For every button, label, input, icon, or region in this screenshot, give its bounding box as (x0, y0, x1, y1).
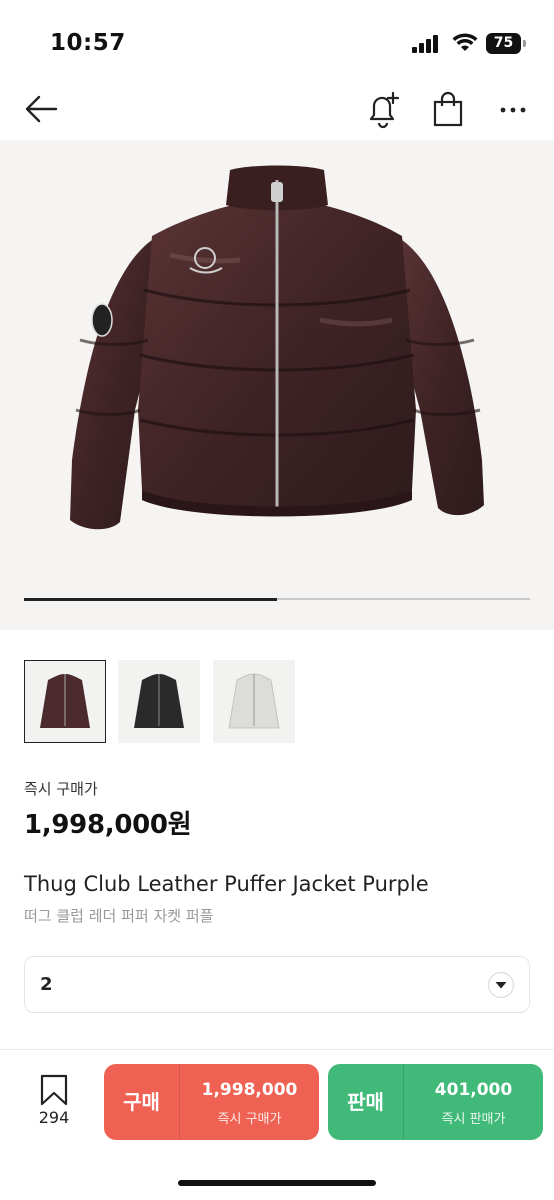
product-image-gallery[interactable] (0, 140, 554, 630)
status-bar: 10:57 75 (0, 0, 554, 86)
sell-sublabel: 즉시 판매가 (441, 1112, 506, 1127)
buy-sublabel: 즉시 구매가 (217, 1112, 282, 1127)
nav-bar (0, 86, 554, 140)
sell-button[interactable]: 판매 401,000 즉시 판매가 (328, 1064, 543, 1140)
bell-plus-icon[interactable] (364, 89, 402, 129)
signal-icon (412, 35, 442, 53)
buy-label: 구매 (123, 1090, 160, 1114)
size-select[interactable]: 2 (24, 956, 530, 1013)
gallery-progress-fill (24, 597, 277, 601)
product-title-korean: 떠그 클럽 레더 퍼퍼 자켓 퍼플 (24, 907, 214, 925)
shopping-bag-icon[interactable] (430, 89, 466, 129)
home-indicator[interactable] (178, 1180, 376, 1186)
sell-price: 401,000 (434, 1080, 513, 1100)
back-arrow-icon[interactable] (22, 90, 60, 128)
more-icon[interactable] (494, 90, 532, 128)
thumbnail-purple[interactable] (24, 660, 106, 743)
chevron-down-icon (487, 971, 515, 999)
battery-level: 75 (486, 33, 521, 54)
price-label: 즉시 구매가 (24, 780, 98, 798)
bookmark-icon (40, 1074, 68, 1106)
size-value: 2 (40, 974, 53, 995)
sell-label: 판매 (347, 1090, 384, 1114)
price-value: 1,998,000원 (24, 810, 192, 840)
bookmark-button[interactable]: 294 (30, 1074, 78, 1134)
thumbnail-black[interactable] (118, 660, 200, 743)
status-time: 10:57 (50, 30, 126, 56)
buy-price: 1,998,000 (201, 1080, 298, 1100)
gallery-progress (24, 597, 530, 601)
product-image (70, 165, 484, 530)
thumbnail-image (228, 673, 280, 729)
wifi-icon (452, 33, 478, 51)
bottom-action-bar: 294 구매 1,998,000 즉시 구매가 판매 401,000 즉시 판매… (0, 1050, 554, 1200)
thumbnail-white[interactable] (213, 660, 295, 743)
thumbnail-image (40, 674, 90, 728)
battery-icon: 75 (486, 33, 526, 54)
bookmark-count: 294 (38, 1108, 70, 1127)
product-title: Thug Club Leather Puffer Jacket Purple (24, 872, 429, 896)
buy-button[interactable]: 구매 1,998,000 즉시 구매가 (104, 1064, 319, 1140)
thumbnail-image (134, 674, 184, 728)
